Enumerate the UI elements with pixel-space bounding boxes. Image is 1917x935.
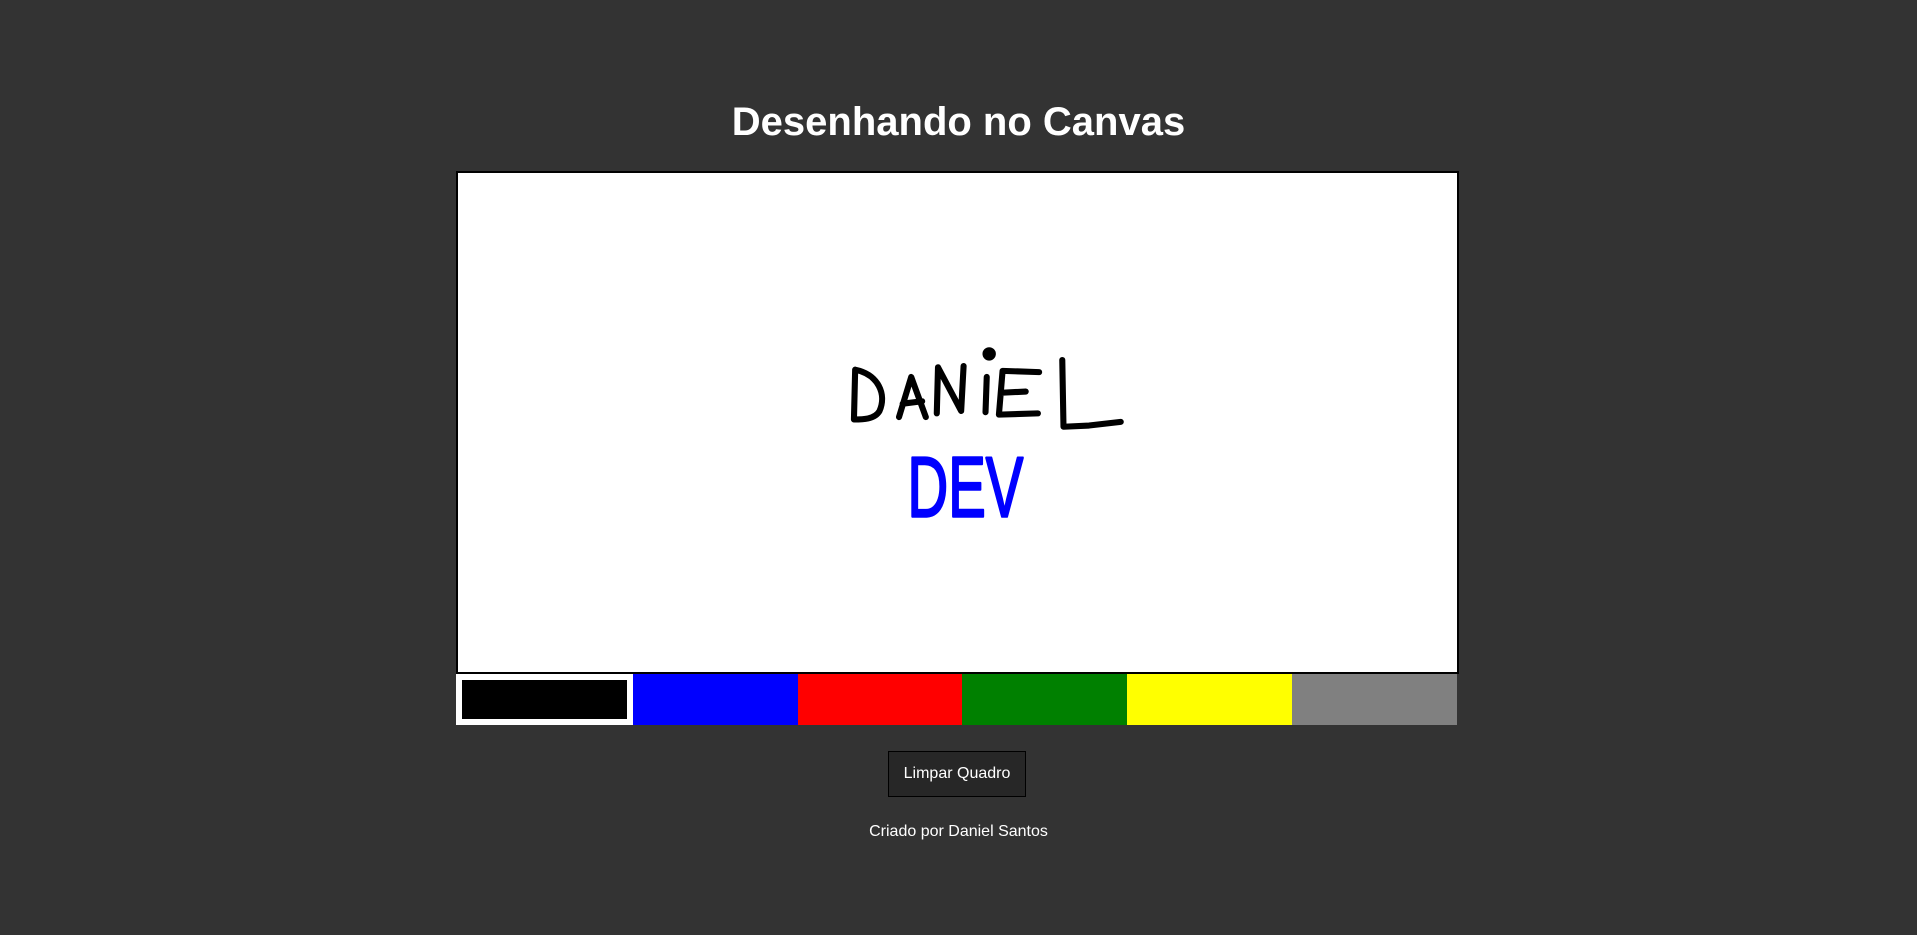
color-swatch-black[interactable] [456, 674, 633, 725]
page-title: Desenhando no Canvas [731, 100, 1186, 144]
color-palette [456, 674, 1457, 725]
color-swatch-gray[interactable] [1292, 674, 1457, 725]
stroke-daniel [850, 347, 1124, 430]
footer-credit: Criado por Daniel Santos [869, 823, 1048, 840]
clear-board-button[interactable]: Limpar Quadro [888, 751, 1026, 797]
stroke-dev: DEV [908, 441, 1024, 536]
color-swatch-yellow[interactable] [1127, 674, 1292, 725]
drawing-canvas[interactable]: DEV [456, 171, 1459, 674]
color-swatch-blue[interactable] [633, 674, 798, 725]
drawing-layer: DEV [850, 347, 1124, 537]
color-swatch-red[interactable] [798, 674, 962, 725]
color-swatch-green[interactable] [962, 674, 1127, 725]
